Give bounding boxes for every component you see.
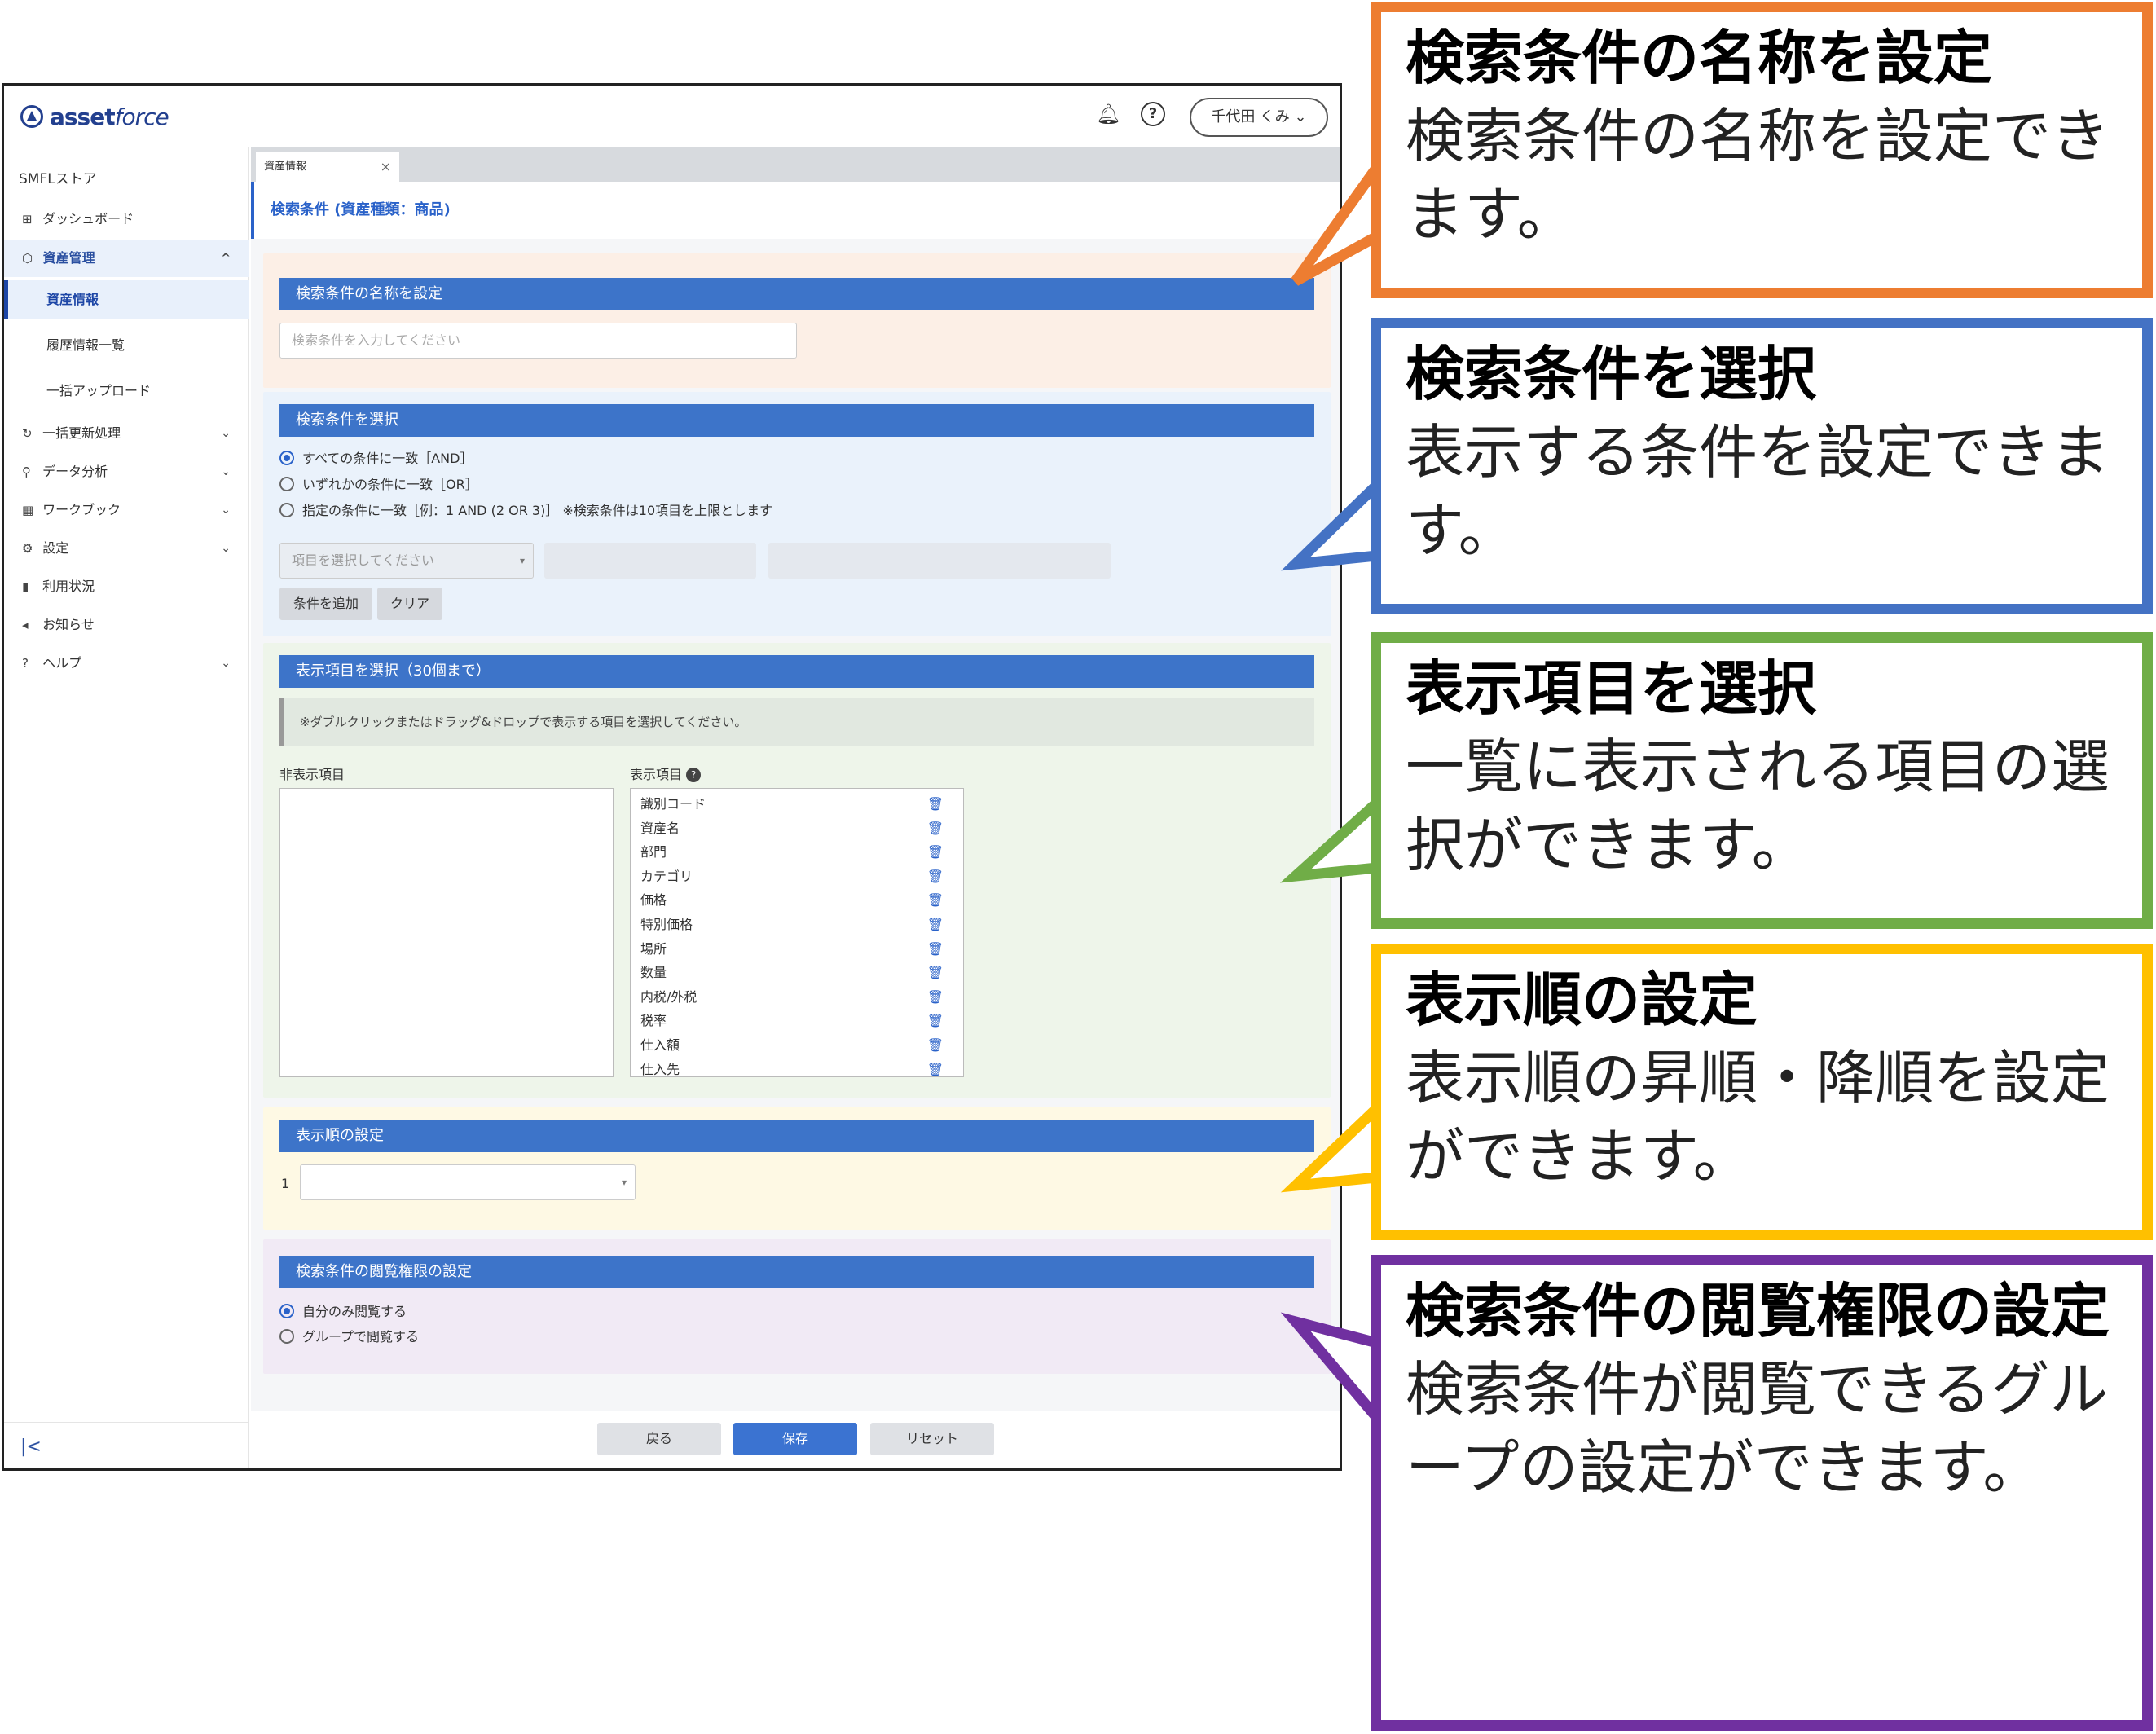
callout-desc: 表示する条件を設定できます。 xyxy=(1406,418,2110,565)
callout-permission: 検索条件の閲覧権限の設定 検索条件が閲覧できるグループの設定ができます。 xyxy=(1371,1255,2153,1731)
callout-title: 表示順の設定 xyxy=(1406,966,1758,1034)
callout-display: 表示項目を選択 一覧に表示される項目の選択ができます。 xyxy=(1371,632,2153,929)
callout-title: 検索条件の閲覧権限の設定 xyxy=(1406,1277,2110,1345)
callout-title: 表示項目を選択 xyxy=(1406,654,1817,723)
pointer-display xyxy=(1279,790,1383,883)
pointer-permission xyxy=(1280,1312,1383,1433)
pointer-name xyxy=(1291,150,1383,286)
callout-condition: 検索条件を選択 表示する条件を設定できます。 xyxy=(1371,318,2153,614)
callout-name: 検索条件の名称を設定 検索条件の名称を設定できます。 xyxy=(1371,2,2153,298)
callout-order: 表示順の設定 表示順の昇順・降順を設定ができます。 xyxy=(1371,944,2153,1240)
callout-desc: 検索条件の名称を設定できます。 xyxy=(1406,102,2110,249)
pointer-order xyxy=(1280,1095,1383,1193)
pointer-condition xyxy=(1281,472,1383,571)
callout-desc: 一覧に表示される項目の選択ができます。 xyxy=(1406,733,2110,879)
callout-desc: 検索条件が閲覧できるグループの設定ができます。 xyxy=(1406,1355,2109,1502)
callout-title: 検索条件を選択 xyxy=(1406,340,1817,408)
callout-desc: 表示順の昇順・降順を設定ができます。 xyxy=(1406,1044,2110,1190)
callout-title: 検索条件の名称を設定 xyxy=(1406,24,1993,92)
